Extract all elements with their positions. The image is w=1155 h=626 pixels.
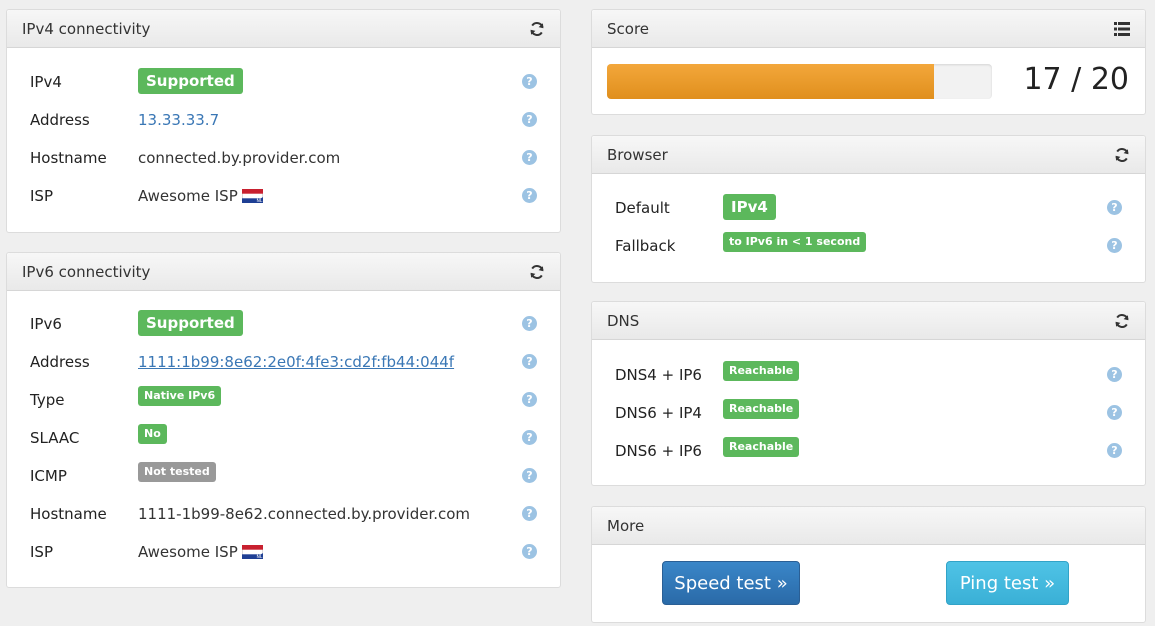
dns-row: DNS4 + IP6 Reachable ? bbox=[592, 361, 1145, 389]
help-icon[interactable]: ? bbox=[522, 316, 537, 331]
row-label: Address bbox=[30, 353, 90, 371]
hostname-value: 1111-1b99-8e62.connected.by.provider.com bbox=[138, 505, 471, 523]
dns-panel: DNS DNS4 + IP6 Reachable ? DNS6 + IP4 Re… bbox=[591, 301, 1146, 486]
help-icon[interactable]: ? bbox=[1107, 405, 1122, 420]
row-label: DNS4 + IP6 bbox=[615, 366, 702, 384]
ipv6-panel: IPv6 connectivity IPv6 Supported ? Addre… bbox=[6, 252, 561, 588]
panel-title: IPv4 connectivity bbox=[22, 19, 151, 38]
isp-value: Awesome ISP bbox=[138, 543, 238, 561]
help-icon[interactable]: ? bbox=[1107, 367, 1122, 382]
refresh-icon[interactable] bbox=[1113, 312, 1131, 330]
help-icon[interactable]: ? bbox=[1107, 200, 1122, 215]
row-label: IPv4 bbox=[30, 73, 62, 91]
ipv6-address-link[interactable]: 1111:1b99:8e62:2e0f:4fe3:cd2f:fb44:044f bbox=[138, 348, 454, 376]
reachable-badge: Reachable bbox=[723, 437, 800, 457]
ipv4-row-status: IPv4 Supported ? bbox=[7, 68, 560, 96]
ipv4-row-isp: ISP Awesome ISP ? bbox=[7, 182, 560, 210]
row-label: Hostname bbox=[30, 505, 107, 523]
help-icon[interactable]: ? bbox=[522, 468, 537, 483]
slaac-badge: No bbox=[138, 424, 167, 444]
ipv4-address-link[interactable]: 13.33.33.7 bbox=[138, 106, 219, 134]
help-icon[interactable]: ? bbox=[522, 430, 537, 445]
more-panel-header: More bbox=[592, 507, 1145, 545]
score-panel-header: Score bbox=[592, 10, 1145, 48]
browser-panel-header: Browser bbox=[592, 136, 1145, 174]
netherlands-flag-icon bbox=[242, 189, 263, 203]
dns-panel-header: DNS bbox=[592, 302, 1145, 340]
help-icon[interactable]: ? bbox=[522, 188, 537, 203]
ipv6-row-hostname: Hostname 1111-1b99-8e62.connected.by.pro… bbox=[7, 500, 560, 528]
icmp-badge: Not tested bbox=[138, 462, 216, 482]
score-progress-bar bbox=[607, 64, 992, 99]
type-badge: Native IPv6 bbox=[138, 386, 222, 406]
ipv6-row-icmp: ICMP Not tested ? bbox=[7, 462, 560, 490]
default-badge: IPv4 bbox=[723, 194, 776, 220]
row-label: Fallback bbox=[615, 237, 676, 255]
ipv6-panel-header: IPv6 connectivity bbox=[7, 253, 560, 291]
browser-panel: Browser Default IPv4 ? Fallback to IPv6 … bbox=[591, 135, 1146, 283]
help-icon[interactable]: ? bbox=[522, 112, 537, 127]
row-label: DNS6 + IP6 bbox=[615, 442, 702, 460]
score-panel: Score 17 / 20 bbox=[591, 9, 1146, 115]
status-badge: Supported bbox=[138, 310, 243, 336]
ipv6-row-isp: ISP Awesome ISP ? bbox=[7, 538, 560, 566]
ipv4-row-hostname: Hostname connected.by.provider.com ? bbox=[7, 144, 560, 172]
help-icon[interactable]: ? bbox=[1107, 238, 1122, 253]
row-label: ICMP bbox=[30, 467, 67, 485]
row-label: ISP bbox=[30, 187, 53, 205]
isp-value: Awesome ISP bbox=[138, 187, 238, 205]
help-icon[interactable]: ? bbox=[522, 506, 537, 521]
help-icon[interactable]: ? bbox=[1107, 443, 1122, 458]
ipv4-panel: IPv4 connectivity IPv4 Supported ? Addre… bbox=[6, 9, 561, 233]
ipv6-row-type: Type Native IPv6 ? bbox=[7, 386, 560, 414]
row-label: SLAAC bbox=[30, 429, 80, 447]
refresh-icon[interactable] bbox=[528, 20, 546, 38]
panel-title: More bbox=[607, 516, 645, 535]
help-icon[interactable]: ? bbox=[522, 354, 537, 369]
ipv6-row-address: Address 1111:1b99:8e62:2e0f:4fe3:cd2f:fb… bbox=[7, 348, 560, 376]
row-label: Hostname bbox=[30, 149, 107, 167]
ipv4-row-address: Address 13.33.33.7 ? bbox=[7, 106, 560, 134]
list-icon[interactable] bbox=[1113, 20, 1131, 38]
score-progress-fill bbox=[607, 64, 935, 99]
refresh-icon[interactable] bbox=[1113, 146, 1131, 164]
panel-title: IPv6 connectivity bbox=[22, 262, 151, 281]
hostname-value: connected.by.provider.com bbox=[138, 149, 341, 167]
refresh-icon[interactable] bbox=[528, 263, 546, 281]
panel-title: DNS bbox=[607, 311, 640, 330]
ping-test-button[interactable]: Ping test » bbox=[946, 561, 1069, 605]
panel-title: Browser bbox=[607, 145, 668, 164]
reachable-badge: Reachable bbox=[723, 399, 800, 419]
dns-row: DNS6 + IP4 Reachable ? bbox=[592, 399, 1145, 427]
ipv6-row-slaac: SLAAC No ? bbox=[7, 424, 560, 452]
row-label: IPv6 bbox=[30, 315, 62, 333]
row-label: ISP bbox=[30, 543, 53, 561]
help-icon[interactable]: ? bbox=[522, 544, 537, 559]
ipv4-panel-header: IPv4 connectivity bbox=[7, 10, 560, 48]
row-label: Type bbox=[30, 391, 65, 409]
score-panel-body: 17 / 20 bbox=[592, 48, 1145, 114]
help-icon[interactable]: ? bbox=[522, 392, 537, 407]
fallback-badge: to IPv6 in < 1 second bbox=[723, 232, 867, 252]
score-value: 17 / 20 bbox=[1023, 62, 1129, 97]
browser-row-default: Default IPv4 ? bbox=[592, 194, 1145, 222]
help-icon[interactable]: ? bbox=[522, 74, 537, 89]
browser-row-fallback: Fallback to IPv6 in < 1 second ? bbox=[592, 232, 1145, 260]
panel-title: Score bbox=[607, 19, 650, 38]
netherlands-flag-icon bbox=[242, 545, 263, 559]
row-label: Address bbox=[30, 111, 90, 129]
reachable-badge: Reachable bbox=[723, 361, 800, 381]
more-panel: More Speed test » Ping test » bbox=[591, 506, 1146, 623]
row-label: Default bbox=[615, 199, 670, 217]
ipv6-row-status: IPv6 Supported ? bbox=[7, 310, 560, 338]
row-label: DNS6 + IP4 bbox=[615, 404, 702, 422]
dns-row: DNS6 + IP6 Reachable ? bbox=[592, 437, 1145, 465]
speed-test-button[interactable]: Speed test » bbox=[662, 561, 800, 605]
help-icon[interactable]: ? bbox=[522, 150, 537, 165]
status-badge: Supported bbox=[138, 68, 243, 94]
